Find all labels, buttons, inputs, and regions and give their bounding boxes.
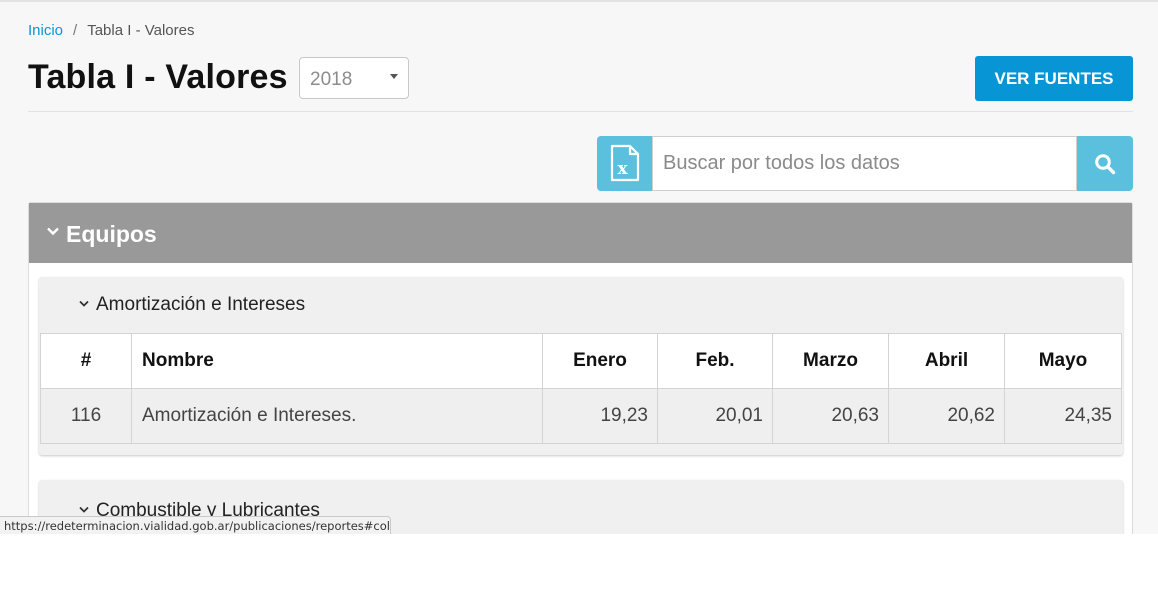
breadcrumb: Inicio / Tabla I - Valores xyxy=(28,22,194,39)
column-header: Enero xyxy=(542,333,658,389)
table-header-row: # Nombre Enero Feb. Marzo Abril Mayo xyxy=(40,333,1122,389)
chevron-down-icon xyxy=(79,506,89,513)
equipos-panel: Equipos Amortización e Intereses # Nombr… xyxy=(28,202,1133,534)
year-select-value: 2018 xyxy=(310,69,353,90)
link-status-bar: https://redeterminacion.vialidad.gob.ar/… xyxy=(0,516,391,534)
year-select[interactable]: 2018 xyxy=(299,57,409,99)
excel-file-icon: x xyxy=(610,144,640,182)
subsection-amortizacion: Amortización e Intereses # Nombre Enero … xyxy=(39,277,1123,455)
value-cell: 20,01 xyxy=(657,388,773,444)
values-table: # Nombre Enero Feb. Marzo Abril Mayo 116… xyxy=(40,333,1122,444)
viewport: Inicio / Tabla I - Valores Tabla I - Valor… xyxy=(0,0,1158,534)
subsection-title: Amortización e Intereses xyxy=(96,294,306,315)
breadcrumb-home-link[interactable]: Inicio xyxy=(28,22,63,39)
equipos-panel-toggle[interactable]: Equipos xyxy=(29,203,1132,263)
value-cell: 20,62 xyxy=(888,388,1005,444)
section-title: Equipos xyxy=(66,221,157,247)
svg-text:x: x xyxy=(618,159,629,179)
caret-down-icon xyxy=(390,74,398,79)
chevron-down-icon xyxy=(79,300,89,307)
search-input[interactable] xyxy=(652,136,1077,191)
chevron-down-icon xyxy=(47,227,59,236)
value-cell: 24,35 xyxy=(1004,388,1122,444)
table-row: 116 Amortización e Intereses. 19,23 20,0… xyxy=(40,388,1122,444)
column-header: Marzo xyxy=(772,333,889,389)
subsection-toggle[interactable]: Amortización e Intereses xyxy=(39,277,1123,333)
value-cell: 19,23 xyxy=(542,388,658,444)
column-header: Abril xyxy=(888,333,1005,389)
title-divider xyxy=(28,111,1133,112)
column-header: Mayo xyxy=(1004,333,1122,389)
page-title: Tabla I - Valores xyxy=(28,58,288,96)
column-header: Feb. xyxy=(657,333,773,389)
column-header: # xyxy=(40,333,132,389)
row-number: 116 xyxy=(40,388,132,444)
column-header: Nombre xyxy=(131,333,543,389)
ver-fuentes-button[interactable]: VER FUENTES xyxy=(975,56,1133,101)
breadcrumb-separator: / xyxy=(73,22,78,39)
export-excel-button[interactable]: x xyxy=(597,136,653,191)
search-button[interactable] xyxy=(1077,136,1133,191)
value-cell: 20,63 xyxy=(772,388,889,444)
row-name: Amortización e Intereses. xyxy=(131,388,543,444)
breadcrumb-current: Tabla I - Valores xyxy=(87,22,195,39)
search-icon xyxy=(1095,154,1116,175)
